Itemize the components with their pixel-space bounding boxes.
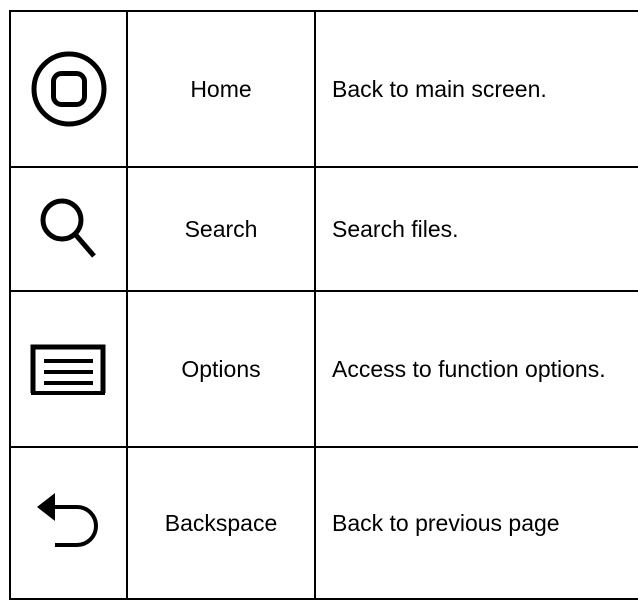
icon-cell bbox=[9, 446, 128, 600]
table-row: Options Access to function options. bbox=[9, 290, 638, 448]
function-name: Home bbox=[126, 10, 316, 168]
function-name: Backspace bbox=[126, 446, 316, 600]
function-description: Search files. bbox=[314, 166, 638, 292]
function-name: Options bbox=[126, 290, 316, 448]
icon-cell bbox=[9, 10, 128, 168]
table-row: Search Search files. bbox=[9, 166, 638, 292]
back-arrow-icon bbox=[36, 493, 98, 547]
table-row: Home Back to main screen. bbox=[9, 10, 638, 168]
function-description: Back to main screen. bbox=[314, 10, 638, 168]
menu-icon bbox=[30, 344, 105, 395]
function-name: Search bbox=[126, 166, 316, 292]
search-icon bbox=[40, 198, 96, 258]
table-row: Backspace Back to previous page bbox=[9, 446, 638, 600]
function-description: Back to previous page bbox=[314, 446, 638, 600]
key-function-table: Home Back to main screen. Search Search … bbox=[9, 10, 638, 600]
home-icon bbox=[31, 51, 106, 127]
function-description: Access to function options. bbox=[314, 290, 638, 448]
icon-cell bbox=[9, 290, 128, 448]
icon-cell bbox=[9, 166, 128, 292]
